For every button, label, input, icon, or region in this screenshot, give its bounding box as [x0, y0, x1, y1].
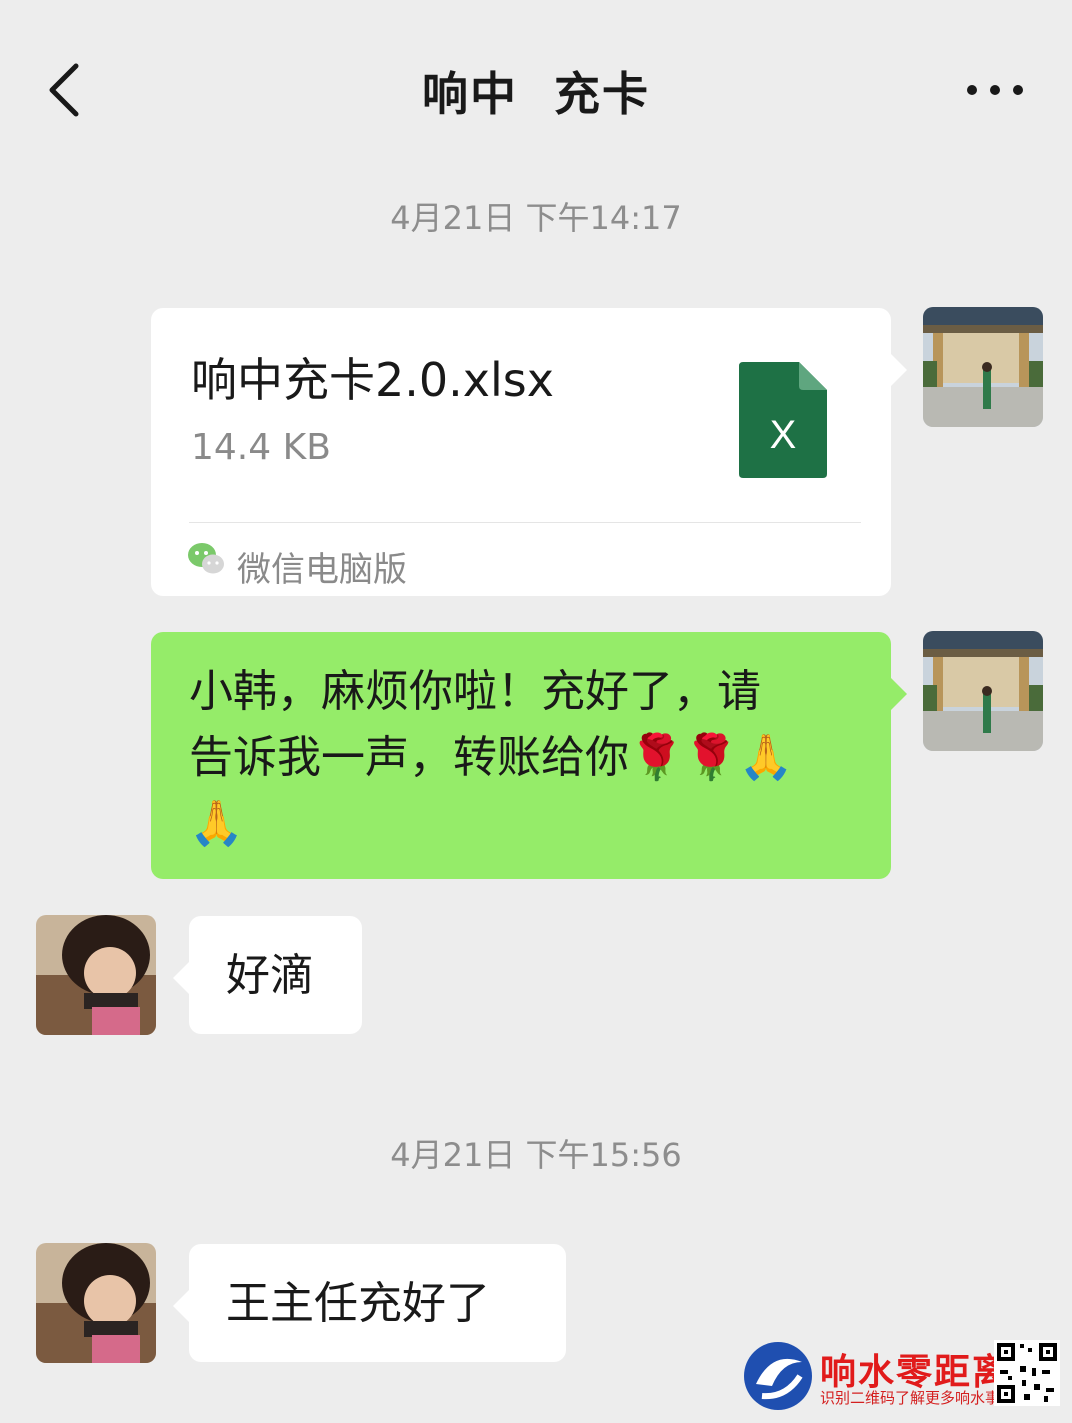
avatar[interactable]	[36, 1243, 156, 1363]
chat-title: 响中 充卡	[421, 67, 651, 121]
file-source: 微信电脑版	[237, 550, 407, 590]
timestamp: 4月21日 下午15:56	[390, 1136, 682, 1174]
text-message[interactable]: 好滴	[173, 916, 362, 1034]
file-size: 14.4 KB	[191, 427, 331, 468]
excel-file-icon: X	[739, 362, 827, 478]
avatar[interactable]	[36, 915, 156, 1035]
text-message[interactable]: 小韩，麻烦你啦！充好了，请 告诉我一声，转账给你🌹🌹🙏 🙏	[151, 632, 907, 879]
avatar-image	[923, 631, 1043, 751]
avatar[interactable]	[923, 307, 1043, 427]
message-line: 告诉我一声，转账给你🌹🌹🙏	[189, 732, 794, 783]
watermark-subtitle: 识别二维码了解更多响水事	[820, 1389, 1001, 1407]
file-message[interactable]: 响中充卡2.0.xlsx 14.4 KB X 微信电脑版	[151, 308, 907, 596]
avatar-image	[36, 1243, 156, 1363]
avatar-image	[923, 307, 1043, 427]
message-line: 小韩，麻烦你啦！充好了，请	[189, 666, 761, 717]
more-button[interactable]	[960, 70, 1030, 110]
file-name: 响中充卡2.0.xlsx	[191, 353, 554, 407]
timestamp: 4月21日 下午14:17	[390, 199, 682, 237]
wechat-icon	[188, 543, 224, 574]
avatar[interactable]	[923, 631, 1043, 751]
message-line: 🙏	[189, 798, 244, 849]
divider	[189, 522, 861, 523]
watermark-logo	[744, 1342, 812, 1410]
avatar-image	[36, 915, 156, 1035]
text-message[interactable]: 王主任充好了	[173, 1244, 566, 1362]
qr-code-icon	[994, 1340, 1060, 1406]
more-dots-icon	[967, 85, 1023, 95]
svg-text:X: X	[770, 413, 797, 457]
message-text: 王主任充好了	[226, 1278, 490, 1329]
message-text: 好滴	[226, 950, 314, 1001]
